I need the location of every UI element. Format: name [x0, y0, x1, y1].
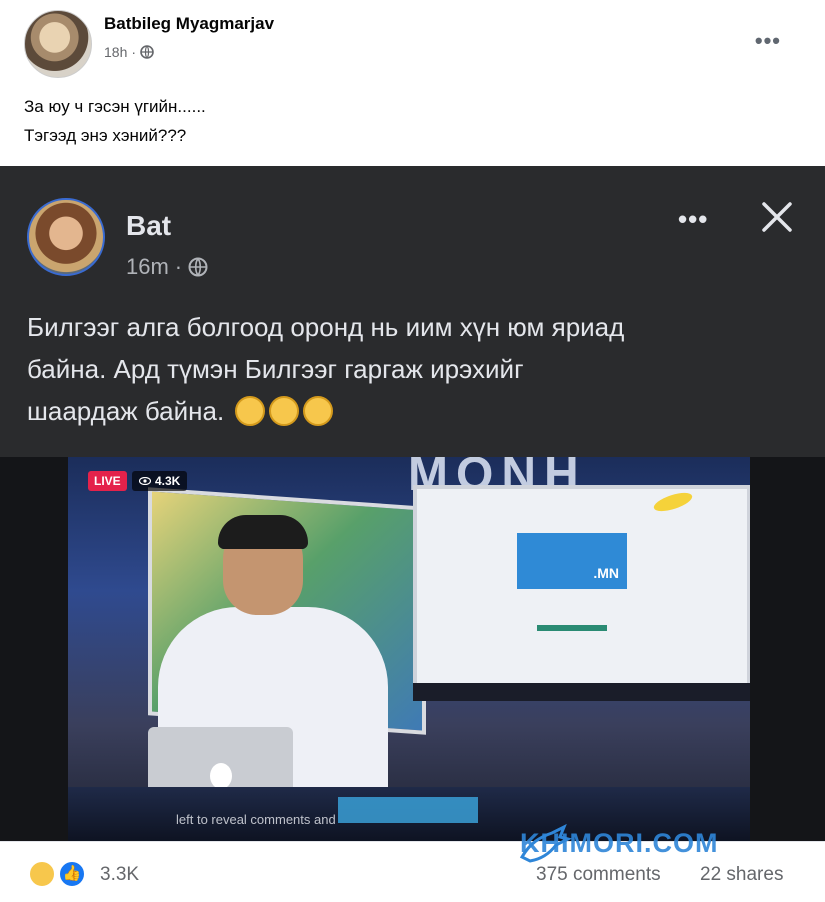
shared-post-text: Билгээг алга болгоод оронд нь иим хүн юм…	[27, 306, 807, 432]
post-meta: 18h ·	[104, 44, 154, 60]
more-options-icon[interactable]: •••	[678, 204, 708, 235]
watermark-text: KHIMORI.COM	[520, 828, 719, 858]
live-video[interactable]: MONH .MN LIVE 4.3K left to reveal commen…	[0, 457, 825, 841]
close-icon[interactable]	[760, 200, 794, 234]
globe-icon	[140, 45, 154, 59]
studio-monitor-right: .MN	[413, 485, 750, 693]
viewer-count-badge: 4.3K	[132, 471, 188, 491]
screen-taskbar	[413, 683, 750, 701]
shared-post-time[interactable]: 16m	[126, 254, 169, 280]
laughing-emoji-icon	[235, 396, 266, 426]
screen-badge: .MN	[517, 533, 627, 589]
live-badge: LIVE	[88, 471, 127, 491]
caption-line: Тэгээд энэ хэний???	[24, 126, 187, 145]
post-time[interactable]: 18h	[104, 44, 127, 60]
post-text-line-last: шаардаж байна.	[27, 390, 807, 432]
post-caption: За юу ч гэсэн үгийн...... Тэгээд энэ хэн…	[24, 92, 206, 150]
haha-reaction-icon[interactable]	[28, 860, 56, 888]
screen-bar	[537, 625, 607, 631]
viewer-count: 4.3K	[155, 474, 181, 488]
caption-line: За юу ч гэсэн үгийн......	[24, 97, 206, 116]
meta-separator: ·	[131, 44, 137, 60]
video-frame[interactable]: MONH .MN LIVE 4.3K left to reveal commen…	[68, 457, 750, 841]
more-options-icon[interactable]: •••	[755, 28, 781, 54]
shared-post: Bat 16m · ••• Билгээг алга болгоод оронд…	[0, 166, 825, 841]
reaction-count[interactable]: 3.3K	[100, 864, 139, 886]
outer-post-header: Batbileg Myagmarjav 18h · ••• За юу ч гэ…	[0, 0, 825, 160]
apple-logo-icon	[210, 763, 232, 789]
globe-icon	[188, 257, 208, 277]
laughing-emoji-icon	[269, 396, 300, 426]
author-avatar[interactable]	[24, 10, 92, 78]
shared-post-header: Bat 16m · ••• Билгээг алга болгоод оронд…	[0, 166, 825, 457]
post-text-line: Билгээг алга болгоод оронд нь иим хүн юм…	[27, 312, 625, 342]
desk-sign	[338, 797, 478, 823]
like-reaction-icon[interactable]: 👍	[58, 860, 86, 888]
shared-post-meta: 16m ·	[126, 254, 208, 280]
comments-count[interactable]: 375 comments	[536, 864, 661, 886]
meta-separator: ·	[174, 254, 183, 279]
shared-author-name[interactable]: Bat	[126, 210, 171, 242]
post-text-line: шаардаж байна.	[27, 396, 225, 426]
presenter-hair	[218, 515, 308, 549]
shares-count[interactable]: 22 shares	[700, 864, 783, 886]
author-name[interactable]: Batbileg Myagmarjav	[104, 14, 274, 34]
post-text-line: байна. Ард түмэн Билгээг гаргаж ирэхийг	[27, 354, 524, 384]
laughing-emoji-icon	[303, 396, 334, 426]
swipe-hint: left to reveal comments and	[176, 812, 336, 827]
shared-author-avatar[interactable]	[27, 198, 105, 276]
eye-icon	[139, 477, 151, 485]
